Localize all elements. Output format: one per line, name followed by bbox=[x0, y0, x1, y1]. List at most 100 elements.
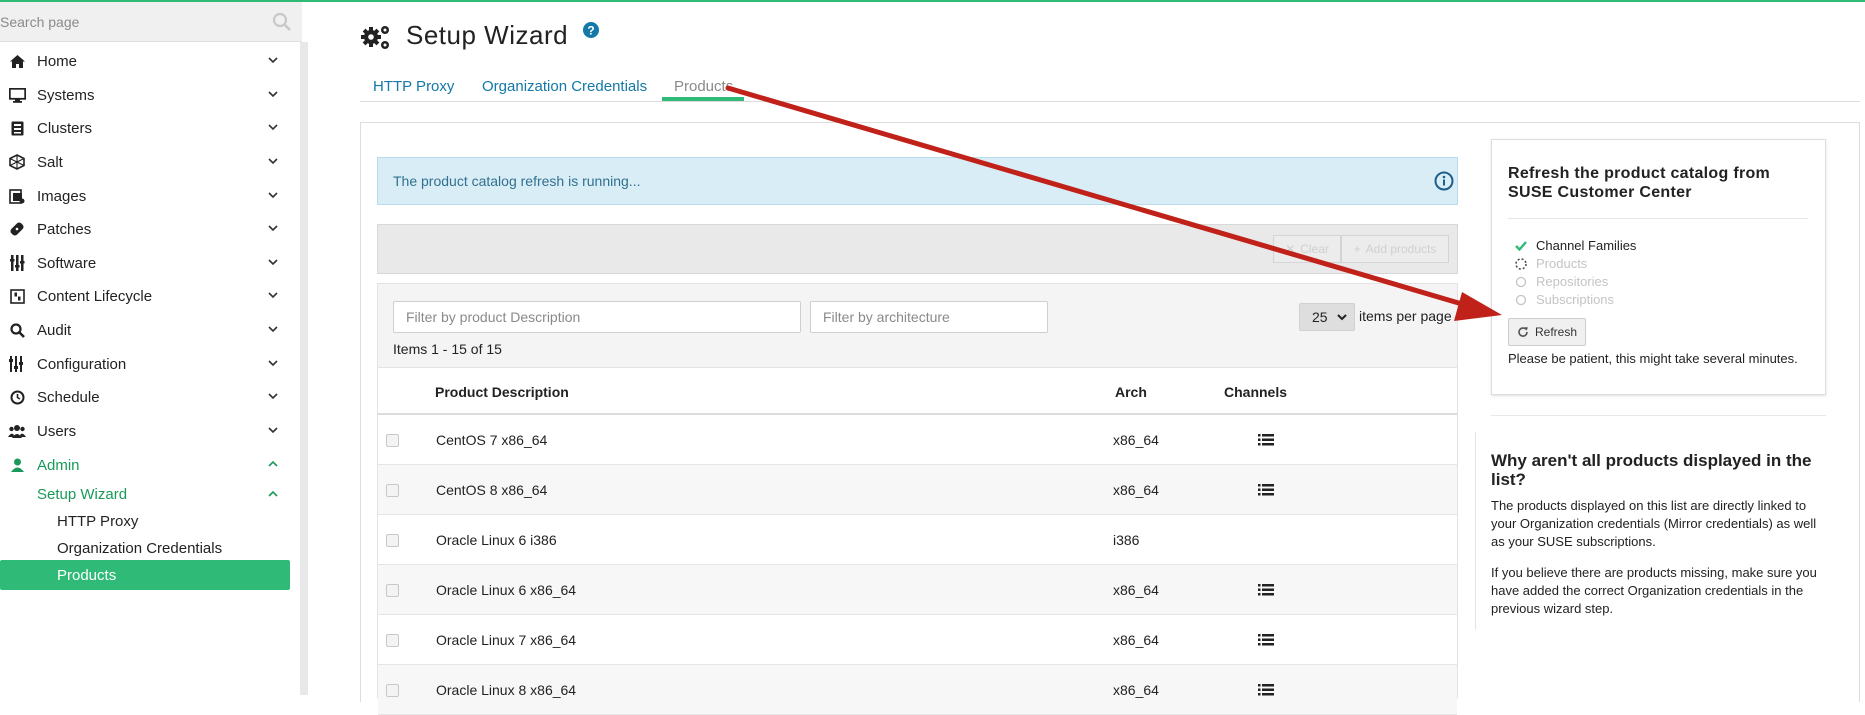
chevron-down-icon[interactable] bbox=[266, 389, 280, 403]
tab-http-proxy[interactable]: HTTP Proxy bbox=[373, 78, 454, 95]
why-paragraph: The products displayed on this list are … bbox=[1491, 498, 1817, 549]
search-icon bbox=[7, 320, 27, 340]
users-icon bbox=[7, 421, 27, 441]
chevron-down-icon[interactable] bbox=[266, 87, 280, 101]
nav-setup-wizard[interactable]: Setup Wizard bbox=[0, 479, 290, 509]
row-checkbox[interactable] bbox=[386, 584, 399, 597]
patches-icon bbox=[7, 219, 27, 239]
nav-label: Audit bbox=[37, 321, 72, 339]
nav-users[interactable]: Users bbox=[0, 413, 302, 449]
salt-icon bbox=[7, 152, 27, 172]
nav-label: Software bbox=[37, 254, 97, 272]
nav-audit[interactable]: Audit bbox=[0, 312, 302, 348]
nav-systems[interactable]: Systems bbox=[0, 77, 302, 113]
channels-list-icon[interactable] bbox=[1258, 483, 1274, 497]
add-products-button[interactable]: + Add products bbox=[1341, 235, 1449, 263]
column-header-description[interactable]: Product Description bbox=[435, 384, 569, 400]
chevron-down-icon[interactable] bbox=[266, 356, 280, 370]
nav-label: Admin bbox=[37, 456, 80, 474]
product-arch: x86_64 bbox=[1113, 582, 1159, 598]
divider bbox=[1491, 415, 1826, 416]
nav-label: Images bbox=[37, 187, 87, 205]
nav-patches[interactable]: Patches bbox=[0, 211, 302, 247]
table-row: CentOS 7 x86_64 x86_64 bbox=[378, 415, 1457, 465]
product-arch: x86_64 bbox=[1113, 632, 1159, 648]
nav-label: Users bbox=[37, 422, 77, 440]
clear-button[interactable]: ✕ Clear bbox=[1273, 235, 1341, 263]
step-repositories: Repositories bbox=[1515, 274, 1608, 289]
product-arch: x86_64 bbox=[1113, 432, 1159, 448]
nav-images[interactable]: Images bbox=[0, 178, 302, 214]
tab-products[interactable]: Products bbox=[674, 78, 733, 95]
nav-http-proxy[interactable]: HTTP Proxy bbox=[0, 506, 290, 536]
search-input[interactable] bbox=[0, 10, 260, 34]
nav-salt[interactable]: Salt bbox=[0, 144, 302, 180]
chevron-down-icon[interactable] bbox=[266, 221, 280, 235]
software-icon bbox=[7, 253, 27, 273]
nav-organization-credentials[interactable]: Organization Credentials bbox=[0, 533, 290, 563]
chevron-down-icon[interactable] bbox=[266, 53, 280, 67]
nav-label: Clusters bbox=[37, 119, 93, 137]
row-checkbox[interactable] bbox=[386, 484, 399, 497]
column-header-arch[interactable]: Arch bbox=[1115, 384, 1147, 400]
chevron-up-icon[interactable] bbox=[266, 487, 280, 501]
chevron-up-icon[interactable] bbox=[266, 457, 280, 471]
nav-products[interactable]: Products bbox=[0, 560, 290, 590]
chevron-down-icon[interactable] bbox=[266, 120, 280, 134]
nav-software[interactable]: Software bbox=[0, 245, 302, 281]
nav-label: Schedule bbox=[37, 388, 100, 406]
nav-admin[interactable]: Admin bbox=[0, 447, 302, 483]
content-lifecycle-icon bbox=[7, 286, 27, 306]
nav-label: HTTP Proxy bbox=[57, 512, 139, 530]
nav-label: Salt bbox=[37, 153, 63, 171]
nav-clusters[interactable]: Clusters bbox=[0, 110, 302, 146]
product-arch: i386 bbox=[1113, 532, 1140, 548]
architecture-filter-input[interactable] bbox=[810, 301, 1048, 333]
chevron-down-icon[interactable] bbox=[266, 322, 280, 336]
product-arch: x86_64 bbox=[1113, 682, 1159, 698]
product-arch: x86_64 bbox=[1113, 482, 1159, 498]
nav-label: Home bbox=[37, 52, 78, 70]
refresh-note: Please be patient, this might take sever… bbox=[1508, 351, 1798, 366]
refresh-button[interactable]: Refresh bbox=[1508, 318, 1586, 346]
images-icon bbox=[7, 186, 27, 206]
nav-label: Configuration bbox=[37, 355, 127, 373]
chevron-down-icon[interactable] bbox=[266, 288, 280, 302]
help-icon[interactable]: ? bbox=[583, 22, 599, 38]
chevron-down-icon[interactable] bbox=[266, 154, 280, 168]
nav-label: Systems bbox=[37, 86, 95, 104]
product-description: Oracle Linux 8 x86_64 bbox=[436, 682, 577, 698]
desktop-icon bbox=[7, 85, 27, 105]
nav-home[interactable]: Home bbox=[0, 43, 302, 79]
chevron-down-icon[interactable] bbox=[266, 255, 280, 269]
channels-list-icon[interactable] bbox=[1258, 433, 1274, 447]
search-bar bbox=[0, 2, 302, 42]
chevron-down-icon[interactable] bbox=[266, 188, 280, 202]
row-checkbox[interactable] bbox=[386, 434, 399, 447]
sliders-icon bbox=[7, 354, 27, 374]
tab-organization-credentials[interactable]: Organization Credentials bbox=[482, 78, 647, 95]
nav-schedule[interactable]: Schedule bbox=[0, 379, 302, 415]
channels-list-icon[interactable] bbox=[1258, 633, 1274, 647]
row-checkbox[interactable] bbox=[386, 534, 399, 547]
channels-list-icon[interactable] bbox=[1258, 583, 1274, 597]
nav-content-lifecycle[interactable]: Content Lifecycle bbox=[0, 278, 302, 314]
plus-icon: + bbox=[1353, 242, 1361, 256]
circle-icon bbox=[1515, 276, 1527, 288]
step-channel-families: Channel Families bbox=[1515, 238, 1636, 253]
chevron-down-icon[interactable] bbox=[266, 423, 280, 437]
circle-icon bbox=[1515, 294, 1527, 306]
items-per-page-select[interactable]: 25 bbox=[1299, 303, 1355, 331]
row-checkbox[interactable] bbox=[386, 684, 399, 697]
channels-list-icon[interactable] bbox=[1258, 683, 1274, 697]
product-description: Oracle Linux 6 x86_64 bbox=[436, 582, 577, 598]
nav-label: Products bbox=[57, 566, 117, 584]
clusters-icon bbox=[7, 118, 27, 138]
divider bbox=[1508, 218, 1808, 219]
description-filter-input[interactable] bbox=[393, 301, 801, 333]
search-icon[interactable] bbox=[272, 12, 292, 32]
sidebar-scrollbar[interactable] bbox=[300, 42, 308, 695]
table-row: CentOS 8 x86_64 x86_64 bbox=[378, 465, 1457, 515]
row-checkbox[interactable] bbox=[386, 634, 399, 647]
nav-configuration[interactable]: Configuration bbox=[0, 346, 302, 382]
